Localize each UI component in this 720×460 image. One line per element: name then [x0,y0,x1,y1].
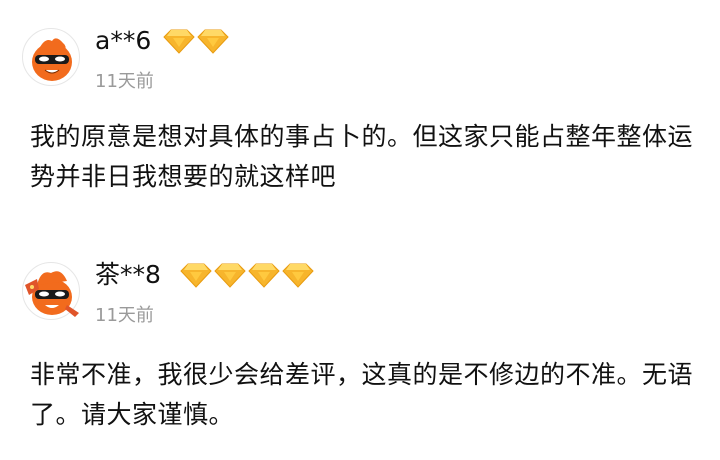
mascot-avatar-icon [32,38,72,81]
user-level-badge [180,262,314,288]
user-avatar[interactable] [22,262,80,320]
diamond-level-icon [214,263,246,288]
reviews-page: a**6 11天前 我的原意是想对具体的事占卜的。但这家只能占整年整体运势并非日… [0,0,720,460]
mascot-avatar-icon [25,271,79,317]
review-content: 我的原意是想对具体的事占卜的。但这家只能占整年整体运势并非日我想要的就这样吧 [30,122,694,191]
user-level-badge [163,28,229,54]
review-time: 11天前 [95,305,154,326]
review-content: 非常不准，我很少会给差评，这真的是不修边的不准。无语了。请大家谨慎。 [30,360,694,429]
diamond-level-icon [282,263,314,288]
review-time: 11天前 [95,71,154,92]
diamond-level-icon [197,29,229,54]
username: 茶**8 [95,260,161,289]
diamond-level-icon [248,263,280,288]
diamond-level-icon [180,263,212,288]
username: a**6 [95,26,152,55]
diamond-level-icon [163,29,195,54]
user-avatar[interactable] [22,28,80,86]
